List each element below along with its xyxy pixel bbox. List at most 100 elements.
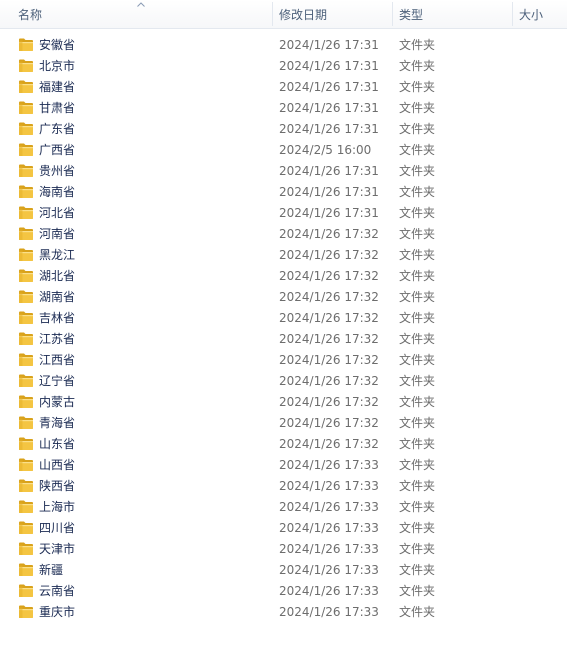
- item-date-modified: 2024/1/26 17:31: [279, 59, 379, 73]
- item-type: 文件夹: [399, 185, 436, 199]
- column-header-name-label: 名称: [18, 8, 43, 22]
- item-type: 文件夹: [399, 290, 436, 304]
- column-divider[interactable]: [392, 2, 393, 26]
- item-type: 文件夹: [399, 248, 436, 262]
- list-item[interactable]: 青海省 2024/1/26 17:32 文件夹: [0, 412, 567, 433]
- item-name: 陕西省: [39, 479, 76, 493]
- item-type: 文件夹: [399, 395, 436, 409]
- list-item[interactable]: 江苏省 2024/1/26 17:32 文件夹: [0, 328, 567, 349]
- folder-icon: [18, 142, 34, 157]
- list-item[interactable]: 内蒙古 2024/1/26 17:32 文件夹: [0, 391, 567, 412]
- list-item[interactable]: 江西省 2024/1/26 17:32 文件夹: [0, 349, 567, 370]
- item-name: 天津市: [39, 542, 76, 556]
- item-type: 文件夹: [399, 584, 436, 598]
- item-date-modified: 2024/1/26 17:32: [279, 311, 379, 325]
- folder-icon: [18, 457, 34, 472]
- item-name: 吉林省: [39, 311, 76, 325]
- list-item[interactable]: 陕西省 2024/1/26 17:33 文件夹: [0, 475, 567, 496]
- list-item[interactable]: 吉林省 2024/1/26 17:32 文件夹: [0, 307, 567, 328]
- item-date-modified: 2024/1/26 17:32: [279, 269, 379, 283]
- folder-icon: [18, 247, 34, 262]
- item-date-modified: 2024/1/26 17:31: [279, 38, 379, 52]
- folder-icon: [18, 100, 34, 115]
- folder-icon: [18, 478, 34, 493]
- item-date-modified: 2024/1/26 17:32: [279, 437, 379, 451]
- item-date-modified: 2024/1/26 17:32: [279, 290, 379, 304]
- folder-icon: [18, 79, 34, 94]
- file-list-view: 名称 修改日期 类型 大小 安徽省 2024/1/26 17:31 文件夹 北京市 20…: [0, 0, 567, 670]
- item-type: 文件夹: [399, 500, 436, 514]
- item-date-modified: 2024/1/26 17:32: [279, 332, 379, 346]
- folder-icon: [18, 289, 34, 304]
- item-name: 上海市: [39, 500, 76, 514]
- folder-icon: [18, 583, 34, 598]
- item-name: 甘肃省: [39, 101, 76, 115]
- item-type: 文件夹: [399, 542, 436, 556]
- item-type: 文件夹: [399, 605, 436, 619]
- list-item[interactable]: 河北省 2024/1/26 17:31 文件夹: [0, 202, 567, 223]
- list-item[interactable]: 福建省 2024/1/26 17:31 文件夹: [0, 76, 567, 97]
- list-item[interactable]: 天津市 2024/1/26 17:33 文件夹: [0, 538, 567, 559]
- list-item[interactable]: 四川省 2024/1/26 17:33 文件夹: [0, 517, 567, 538]
- list-item[interactable]: 湖北省 2024/1/26 17:32 文件夹: [0, 265, 567, 286]
- column-header-type-label: 类型: [399, 8, 424, 22]
- list-item[interactable]: 新疆 2024/1/26 17:33 文件夹: [0, 559, 567, 580]
- folder-icon: [18, 499, 34, 514]
- item-name: 青海省: [39, 416, 76, 430]
- list-item[interactable]: 甘肃省 2024/1/26 17:31 文件夹: [0, 97, 567, 118]
- item-name: 福建省: [39, 80, 76, 94]
- file-rows: 安徽省 2024/1/26 17:31 文件夹 北京市 2024/1/26 17:31 文…: [0, 34, 567, 622]
- item-date-modified: 2024/1/26 17:33: [279, 458, 379, 472]
- column-header-size[interactable]: 大小: [519, 0, 567, 28]
- list-item[interactable]: 广西省 2024/2/5 16:00 文件夹: [0, 139, 567, 160]
- item-name: 海南省: [39, 185, 76, 199]
- folder-icon: [18, 121, 34, 136]
- list-item[interactable]: 海南省 2024/1/26 17:31 文件夹: [0, 181, 567, 202]
- item-date-modified: 2024/1/26 17:33: [279, 500, 379, 514]
- folder-icon: [18, 520, 34, 535]
- list-item[interactable]: 广东省 2024/1/26 17:31 文件夹: [0, 118, 567, 139]
- folder-icon: [18, 436, 34, 451]
- folder-icon: [18, 37, 34, 52]
- list-item[interactable]: 辽宁省 2024/1/26 17:32 文件夹: [0, 370, 567, 391]
- item-type: 文件夹: [399, 164, 436, 178]
- item-name: 黑龙江: [39, 248, 76, 262]
- folder-icon: [18, 541, 34, 556]
- list-item[interactable]: 河南省 2024/1/26 17:32 文件夹: [0, 223, 567, 244]
- column-header-date-label: 修改日期: [279, 8, 328, 22]
- list-item[interactable]: 山西省 2024/1/26 17:33 文件夹: [0, 454, 567, 475]
- list-item[interactable]: 上海市 2024/1/26 17:33 文件夹: [0, 496, 567, 517]
- item-type: 文件夹: [399, 38, 436, 52]
- item-date-modified: 2024/1/26 17:33: [279, 479, 379, 493]
- item-date-modified: 2024/1/26 17:33: [279, 542, 379, 556]
- column-divider[interactable]: [272, 2, 273, 26]
- list-item[interactable]: 湖南省 2024/1/26 17:32 文件夹: [0, 286, 567, 307]
- item-name: 河南省: [39, 227, 76, 241]
- item-name: 江苏省: [39, 332, 76, 346]
- folder-icon: [18, 562, 34, 577]
- list-item[interactable]: 北京市 2024/1/26 17:31 文件夹: [0, 55, 567, 76]
- list-item[interactable]: 山东省 2024/1/26 17:32 文件夹: [0, 433, 567, 454]
- column-divider[interactable]: [512, 2, 513, 26]
- list-item[interactable]: 贵州省 2024/1/26 17:31 文件夹: [0, 160, 567, 181]
- list-item[interactable]: 安徽省 2024/1/26 17:31 文件夹: [0, 34, 567, 55]
- folder-icon: [18, 352, 34, 367]
- item-type: 文件夹: [399, 521, 436, 535]
- sort-ascending-icon: [137, 2, 145, 7]
- item-date-modified: 2024/1/26 17:33: [279, 605, 379, 619]
- item-type: 文件夹: [399, 59, 436, 73]
- list-item[interactable]: 重庆市 2024/1/26 17:33 文件夹: [0, 601, 567, 622]
- item-name: 河北省: [39, 206, 76, 220]
- list-item[interactable]: 云南省 2024/1/26 17:33 文件夹: [0, 580, 567, 601]
- item-type: 文件夹: [399, 353, 436, 367]
- item-type: 文件夹: [399, 122, 436, 136]
- folder-icon: [18, 310, 34, 325]
- column-header-date[interactable]: 修改日期: [279, 0, 389, 28]
- item-name: 贵州省: [39, 164, 76, 178]
- item-date-modified: 2024/1/26 17:31: [279, 101, 379, 115]
- item-date-modified: 2024/1/26 17:31: [279, 164, 379, 178]
- item-name: 内蒙古: [39, 395, 76, 409]
- list-item[interactable]: 黑龙江 2024/1/26 17:32 文件夹: [0, 244, 567, 265]
- column-header-type[interactable]: 类型: [399, 0, 509, 28]
- folder-icon: [18, 226, 34, 241]
